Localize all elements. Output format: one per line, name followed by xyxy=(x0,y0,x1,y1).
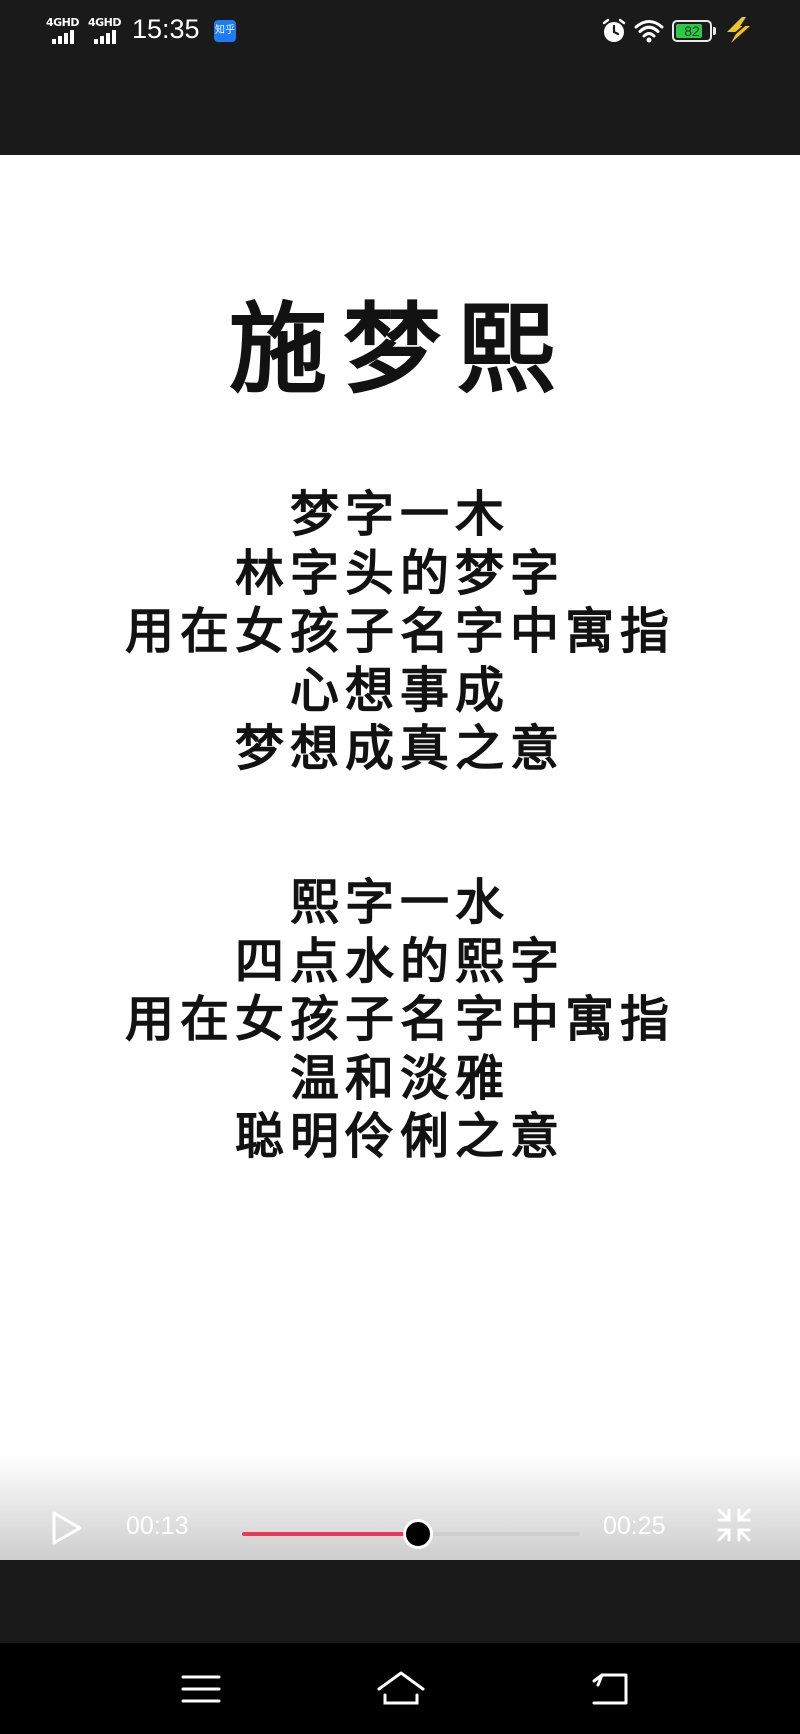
phone-screen: 4GHD 4GHD 15:35 知乎 82 施梦熙 梦字一木 林字头的梦字 用在… xyxy=(0,0,800,1734)
text-line: 聪明伶俐之意 xyxy=(234,1107,565,1165)
progress-slider[interactable] xyxy=(242,1519,580,1549)
progress-fill xyxy=(242,1532,418,1536)
video-title-text: 施梦熙 xyxy=(228,292,571,407)
battery-icon: 82 xyxy=(672,20,716,42)
wifi-icon xyxy=(634,18,664,48)
stanza: 熙字一水 四点水的熙字 用在女孩子名字中寓指 温和淡雅 聪明伶俐之意 xyxy=(0,873,800,1166)
network-type-label: 4GHD xyxy=(46,16,80,29)
text-line: 梦想成真之意 xyxy=(234,719,565,777)
signal-icon: 4GHD xyxy=(88,16,126,44)
text-line: 林字头的梦字 xyxy=(234,543,565,602)
progress-thumb[interactable] xyxy=(402,1519,433,1549)
play-button[interactable] xyxy=(50,1510,84,1550)
text-line: 心想事成 xyxy=(289,660,510,719)
system-nav-bar xyxy=(0,1643,800,1734)
signal-icon: 4GHD xyxy=(46,16,84,44)
text-line: 用在女孩子名字中寓指 xyxy=(124,602,675,660)
exit-fullscreen-icon xyxy=(717,1508,751,1542)
video-letterbox xyxy=(0,1560,800,1643)
zhihu-icon: 知乎 xyxy=(214,20,236,42)
play-icon xyxy=(52,1511,82,1545)
menu-button[interactable] xyxy=(180,1673,222,1709)
back-icon xyxy=(592,1673,628,1705)
text-line: 温和淡雅 xyxy=(289,1048,510,1107)
battery-level: 82 xyxy=(684,23,700,39)
alarm-icon xyxy=(602,18,626,48)
text-line: 四点水的熙字 xyxy=(234,931,565,990)
charge-icon xyxy=(722,16,756,48)
home-button[interactable] xyxy=(375,1669,427,1711)
menu-icon xyxy=(181,1675,221,1703)
text-line: 用在女孩子名字中寓指 xyxy=(124,990,675,1048)
stanza: 梦字一木 林字头的梦字 用在女孩子名字中寓指 心想事成 梦想成真之意 xyxy=(0,485,800,778)
status-bar: 4GHD 4GHD 15:35 知乎 82 xyxy=(0,0,800,155)
total-time: 00:25 xyxy=(603,1512,666,1540)
home-icon xyxy=(377,1671,425,1705)
video-player[interactable]: 施梦熙 梦字一木 林字头的梦字 用在女孩子名字中寓指 心想事成 梦想成真之意 熙… xyxy=(0,155,800,1560)
text-line: 梦字一木 xyxy=(289,485,510,543)
status-time: 15:35 xyxy=(132,14,200,44)
network-type-label: 4GHD xyxy=(88,16,122,29)
exit-fullscreen-button[interactable] xyxy=(716,1507,752,1547)
player-controls: 00:13 00:25 xyxy=(0,1495,800,1555)
text-line: 熙字一水 xyxy=(289,873,510,931)
back-button[interactable] xyxy=(588,1671,632,1711)
current-time: 00:13 xyxy=(126,1512,189,1540)
